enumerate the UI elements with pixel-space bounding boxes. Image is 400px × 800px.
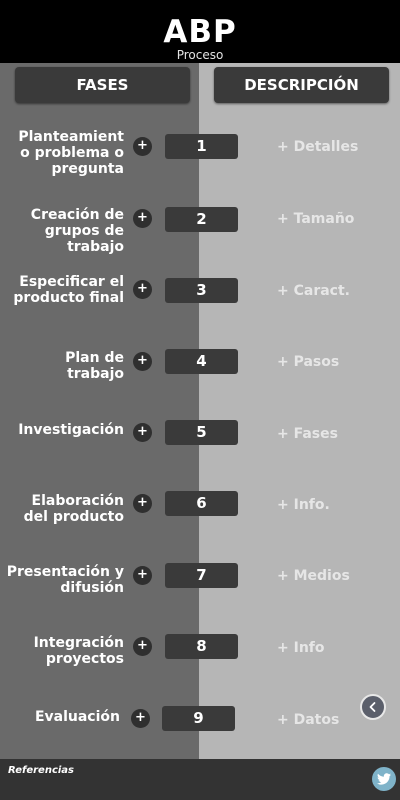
phase-row-5: Investigación + 5 + Fases [0,403,400,463]
phase-number-button[interactable]: 6 [165,491,238,516]
phase-number-button[interactable]: 9 [162,706,235,731]
phase-row-3: Especificar el producto final + 3 + Cara… [0,260,400,320]
abp-proceso-screen: ABP Proceso FASES DESCRIPCIÓN Planteamie… [0,0,400,800]
phase-label: Plan de trabajo [65,350,124,382]
expand-phase-button[interactable]: + [133,637,152,656]
phase-label: Integración proyectos [33,635,124,667]
phase-label: Planteamient o problema o pregunta [18,129,124,177]
detail-link[interactable]: + Fases [277,424,338,444]
chevron-left-icon [369,702,376,712]
phase-row-7: Presentación y difusión + 7 + Medios [0,546,400,606]
phase-row-4: Plan de trabajo + 4 + Pasos [0,332,400,392]
phase-label: Investigación [18,422,124,438]
expand-phase-button[interactable]: + [133,423,152,442]
app-subtitle: Proceso [176,48,224,62]
phase-number-button[interactable]: 2 [165,207,238,232]
app-header: ABP Proceso [0,0,400,63]
detail-link[interactable]: + Info [277,638,325,658]
phase-label: Elaboración del producto [23,493,124,525]
phase-row-2: Creación de grupos de trabajo + 2 + Tama… [0,189,400,255]
expand-phase-button[interactable]: + [131,709,150,728]
detail-link[interactable]: + Info. [277,495,330,515]
fases-header-button[interactable]: FASES [15,67,190,103]
expand-phase-button[interactable]: + [133,566,152,585]
detail-link[interactable]: + Detalles [277,137,358,157]
phase-row-6: Elaboración del producto + 6 + Info. [0,474,400,534]
phase-label: Creación de grupos de trabajo [30,207,124,255]
phase-number-button[interactable]: 5 [165,420,238,445]
detail-link[interactable]: + Caract. [277,281,350,301]
footer-bar: Referencias [0,759,400,800]
expand-phase-button[interactable]: + [133,280,152,299]
detail-link[interactable]: + Datos [277,710,339,730]
descripcion-header-button[interactable]: DESCRIPCIÓN [214,67,389,103]
detail-link[interactable]: + Medios [277,566,350,586]
twitter-share-button[interactable] [372,767,396,791]
phase-row-1: Planteamient o problema o pregunta + 1 +… [0,117,400,177]
twitter-icon [377,773,391,785]
expand-phase-button[interactable]: + [133,352,152,371]
phase-row-9: Evaluación + 9 + Datos [0,689,400,749]
phase-row-8: Integración proyectos + 8 + Info [0,617,400,677]
detail-link[interactable]: + Tamaño [277,209,354,229]
phase-number-button[interactable]: 8 [165,634,238,659]
expand-phase-button[interactable]: + [133,209,152,228]
phase-label: Especificar el producto final [13,274,124,306]
expand-phase-button[interactable]: + [133,137,152,156]
detail-link[interactable]: + Pasos [277,352,339,372]
phase-number-button[interactable]: 7 [165,563,238,588]
phase-number-button[interactable]: 4 [165,349,238,374]
phase-label: Presentación y difusión [6,564,124,596]
phase-number-button[interactable]: 3 [165,278,238,303]
referencias-link[interactable]: Referencias [8,765,74,776]
expand-phase-button[interactable]: + [133,494,152,513]
back-button[interactable] [360,694,386,720]
phase-number-button[interactable]: 1 [165,134,238,159]
phase-label: Evaluación [34,709,120,725]
app-title: ABP [163,14,237,50]
